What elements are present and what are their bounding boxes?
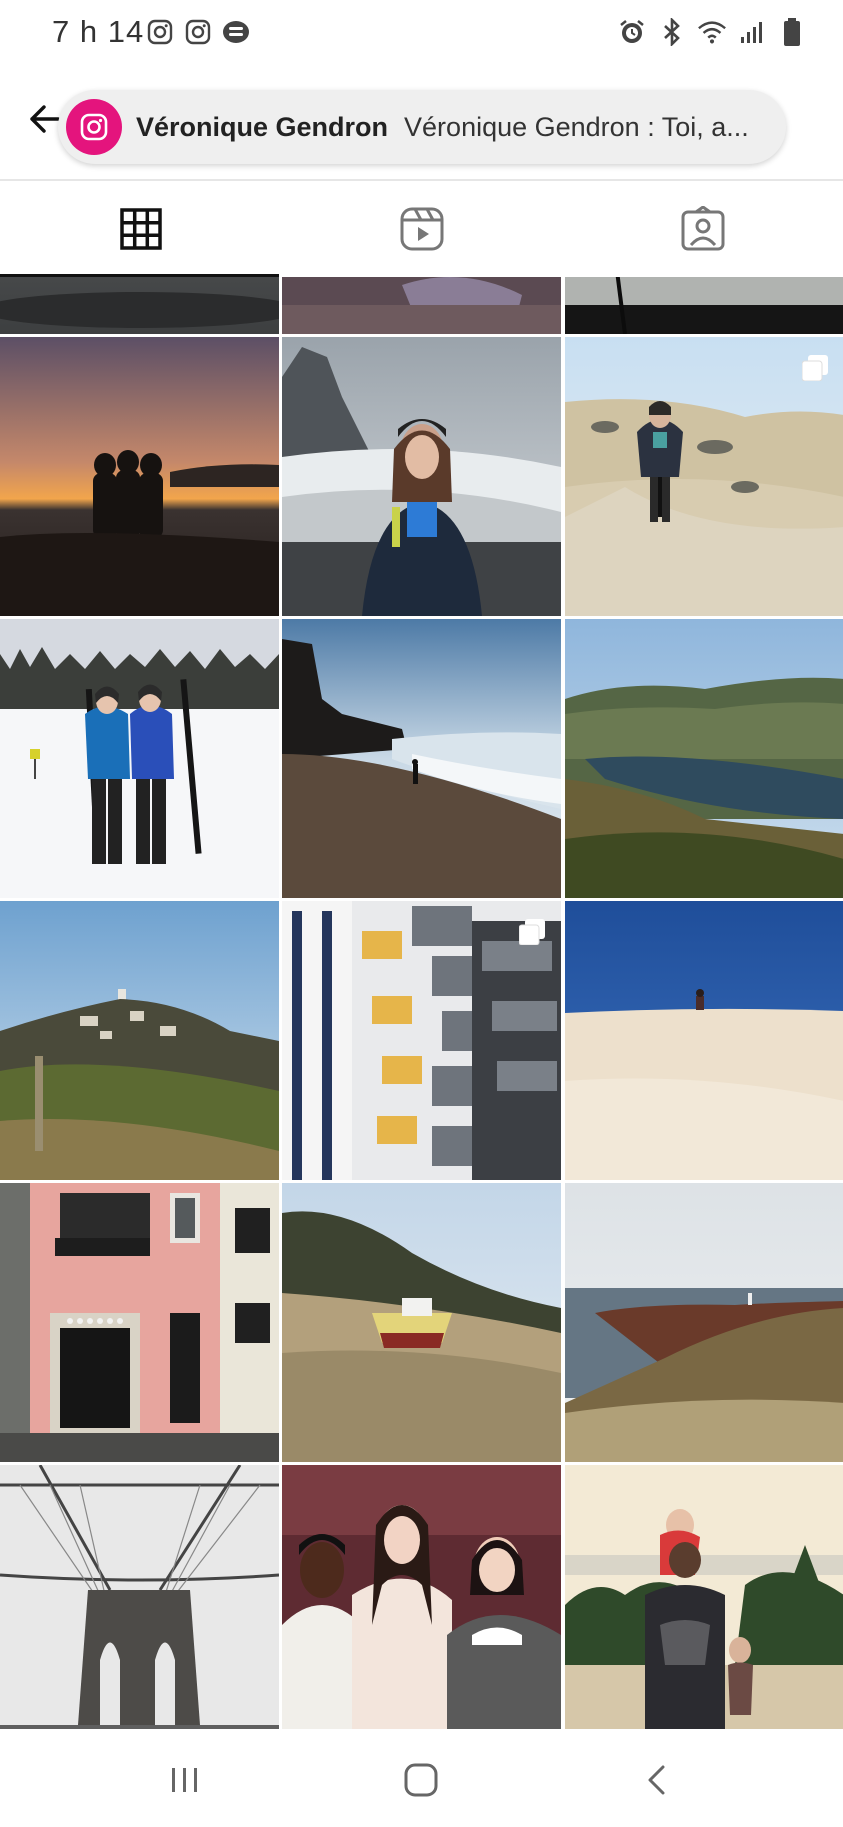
grid-post-apartment-balconies[interactable]	[282, 901, 561, 1180]
back-icon[interactable]	[628, 1755, 688, 1805]
grid-post-hilltop-village[interactable]	[0, 901, 279, 1180]
grid-post-parent-with-children[interactable]	[565, 1465, 843, 1729]
grid-post-coastal-cliff[interactable]	[565, 1183, 843, 1462]
grid-post-sunset-silhouettes[interactable]	[0, 337, 279, 616]
caption-preview: Véronique Gendron : Toi, a...	[404, 111, 749, 142]
tab-tagged[interactable]	[562, 181, 843, 277]
grid-post-river-valley[interactable]	[565, 619, 843, 898]
status-bar: 7 h 14	[0, 0, 843, 66]
conversation-header: Véronique Gendron Véronique Gendron : To…	[0, 70, 843, 180]
grid-post-skiers-in-snow[interactable]	[0, 619, 279, 898]
grid-post-sand-dune-blue-sky[interactable]	[565, 901, 843, 1180]
notification-preview-pill[interactable]: Véronique Gendron Véronique Gendron : To…	[58, 90, 786, 164]
tab-posts[interactable]	[0, 181, 281, 277]
grid-post-hiker-on-moor[interactable]	[565, 337, 843, 616]
grid-post-brooklyn-bridge[interactable]	[0, 1465, 279, 1729]
alarm-icon	[617, 17, 647, 47]
profile-name: Véronique Gendron	[136, 111, 389, 142]
photo-grid	[0, 277, 843, 1729]
wifi-icon	[697, 17, 727, 47]
recent-apps-icon[interactable]	[155, 1755, 215, 1805]
tab-reels[interactable]	[281, 181, 562, 277]
signal-icon	[737, 17, 767, 47]
instagram-icon	[183, 17, 213, 47]
battery-icon	[777, 17, 807, 47]
system-navigation-bar	[0, 1729, 843, 1827]
status-system-icons	[617, 17, 807, 47]
home-icon[interactable]	[391, 1755, 451, 1805]
status-notification-icons	[145, 17, 251, 47]
grid-post-boat-on-hill[interactable]	[282, 1183, 561, 1462]
instagram-icon	[145, 17, 175, 47]
messenger-icon	[221, 17, 251, 47]
grid-post-partial-boat[interactable]	[565, 277, 843, 334]
grid-post-person-on-beach-cliff[interactable]	[282, 619, 561, 898]
multiple-photos-icon	[519, 919, 545, 945]
bluetooth-icon	[657, 17, 687, 47]
status-time: 7 h 14	[52, 14, 145, 49]
instagram-icon	[66, 99, 122, 155]
profile-tabs	[0, 181, 843, 277]
grid-post-three-friends-toasting[interactable]	[282, 1465, 561, 1729]
grid-post-partial-dark-sky[interactable]	[0, 277, 279, 334]
grid-post-partial-purple-fabric[interactable]	[282, 277, 561, 334]
tagged-person-icon	[681, 206, 724, 251]
grid-post-woman-black-sand-beach[interactable]	[282, 337, 561, 616]
grid-post-pink-building-storefront[interactable]	[0, 1183, 279, 1462]
multiple-photos-icon	[802, 355, 828, 381]
reels-icon	[400, 207, 443, 251]
grid-icon	[119, 208, 162, 250]
